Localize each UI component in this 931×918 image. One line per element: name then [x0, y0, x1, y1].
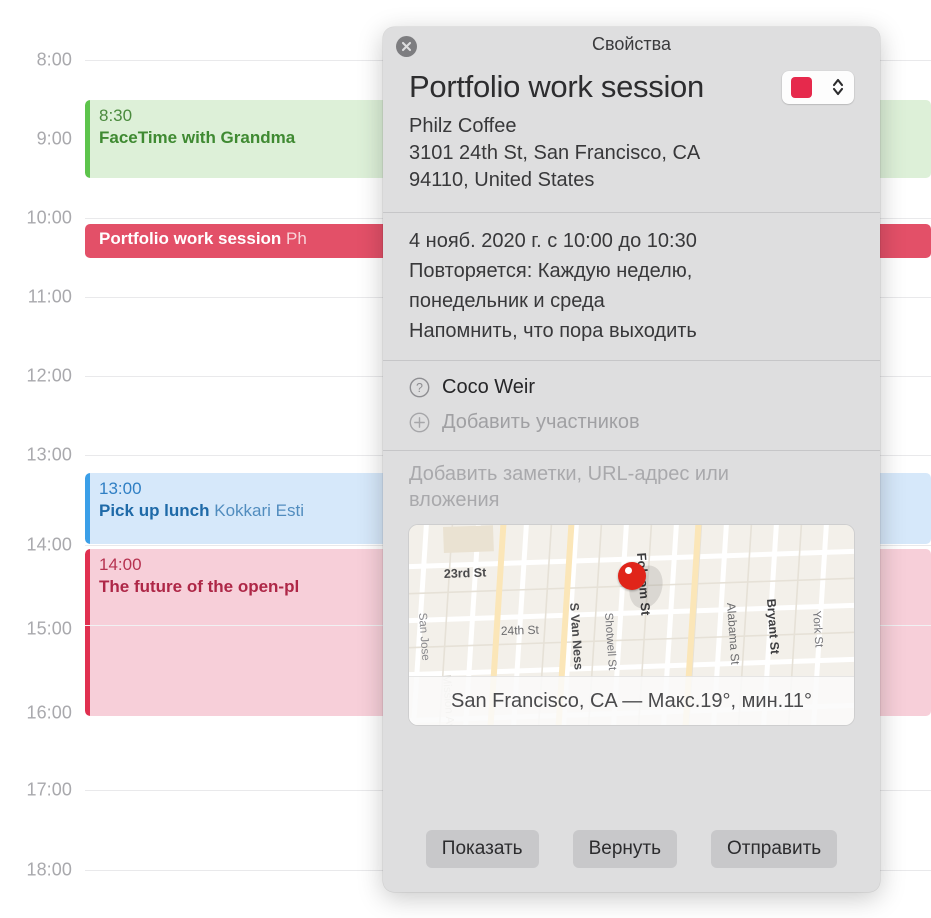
- weather-bar: San Francisco, CA — Макс.19°, мин.11°: [409, 676, 854, 725]
- event-title: Portfolio work session: [409, 69, 704, 104]
- hour-label: 9:00: [36, 128, 72, 149]
- address-line-1: 3101 24th St, San Francisco, CA: [409, 142, 701, 164]
- svg-text:24th St: 24th St: [501, 623, 540, 638]
- send-button[interactable]: Отправить: [710, 830, 838, 868]
- plus-circle-icon: [409, 412, 430, 433]
- add-attendees-label: Добавить участников: [442, 411, 640, 433]
- location-map[interactable]: 23rd St 24th St S Van Ness Shotwell St F…: [409, 525, 854, 725]
- attendee-name: Coco Weir: [442, 376, 535, 398]
- revert-button[interactable]: Вернуть: [572, 830, 677, 868]
- add-attendees-row[interactable]: Добавить участников: [409, 405, 854, 440]
- svg-text:23rd St: 23rd St: [444, 565, 488, 580]
- event-location: Kokkari Esti: [214, 501, 305, 520]
- event-accent-bar: [85, 549, 90, 716]
- color-swatch: [791, 76, 813, 98]
- attendees-section: ? Coco Weir Добавить участников: [383, 361, 880, 450]
- notes-section[interactable]: Добавить заметки, URL-адрес или вложения: [383, 451, 880, 513]
- hour-label: 16:00: [26, 702, 72, 723]
- address-line-2: 94110, United States: [409, 169, 595, 191]
- attendee-row[interactable]: ? Coco Weir: [409, 370, 854, 405]
- venue-name: Philz Coffee: [409, 115, 517, 137]
- event-title: Pick up lunch: [99, 501, 210, 520]
- event-date-time[interactable]: 4 нояб. 2020 г. с 10:00 до 10:30: [409, 226, 854, 256]
- popover-button-row: Показать Вернуть Отправить: [383, 830, 880, 868]
- event-title: Portfolio work session: [99, 229, 282, 248]
- weather-text: San Francisco, CA — Макс.19°, мин.11°: [451, 689, 812, 712]
- event-title: The future of the open-pl: [99, 577, 300, 596]
- event-recurrence[interactable]: Повторяется: Каждую неделю, понедельник …: [409, 256, 809, 316]
- popover-titlebar: Свойства: [383, 27, 880, 62]
- popover-title: Свойства: [591, 34, 672, 54]
- svg-text:?: ?: [416, 381, 423, 395]
- hour-label: 17:00: [26, 779, 72, 800]
- map-pin-icon: [618, 562, 646, 590]
- event-location: Ph: [286, 229, 307, 248]
- show-button[interactable]: Показать: [425, 830, 539, 868]
- notes-placeholder: Добавить заметки, URL-адрес или вложения: [409, 463, 729, 511]
- date-section: 4 нояб. 2020 г. с 10:00 до 10:30 Повторя…: [383, 213, 880, 360]
- chevron-up-down-icon: [832, 78, 843, 96]
- hour-label: 13:00: [26, 444, 72, 465]
- question-mark-circle-icon: ?: [409, 377, 430, 398]
- event-title: FaceTime with Grandma: [99, 128, 296, 147]
- close-icon[interactable]: [396, 36, 417, 57]
- hour-label: 8:00: [36, 49, 72, 70]
- hour-label: 11:00: [27, 286, 72, 307]
- event-accent-bar: [85, 473, 90, 544]
- title-row: Portfolio work session: [409, 67, 854, 107]
- hour-label: 12:00: [26, 365, 72, 386]
- event-header-section: Portfolio work session Philz Coffee 3101…: [383, 62, 880, 212]
- event-alert[interactable]: Напомнить, что пора выходить: [409, 316, 854, 346]
- hour-label: 18:00: [26, 859, 72, 880]
- hour-label: 15:00: [26, 618, 72, 639]
- calendar-color-picker[interactable]: [782, 70, 854, 104]
- event-properties-popover: Свойства Portfolio work session Philz Co…: [383, 27, 880, 892]
- event-accent-bar: [85, 100, 90, 178]
- hour-label: 10:00: [26, 207, 72, 228]
- hour-label: 14:00: [26, 534, 72, 555]
